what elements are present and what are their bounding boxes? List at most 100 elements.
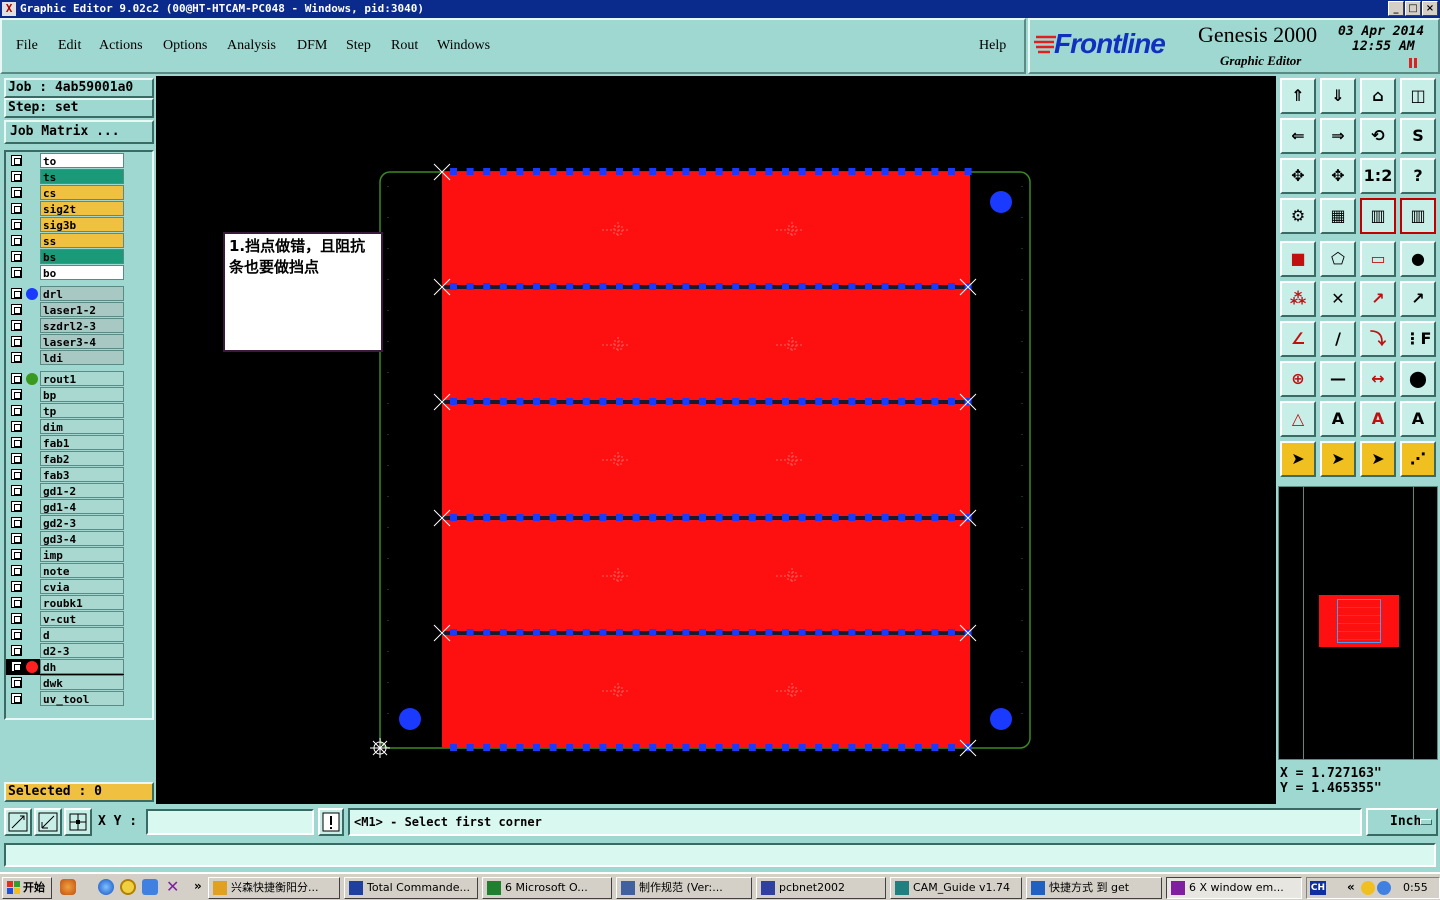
zoom-center-button[interactable]: ✥: [1320, 158, 1356, 194]
circle-pad-button[interactable]: ●: [1400, 241, 1436, 277]
taskbar-task[interactable]: 兴森快捷衡阳分...: [208, 877, 340, 899]
layer-checkbox[interactable]: [11, 288, 22, 299]
layer-name[interactable]: laser1-2: [40, 302, 124, 317]
menu-file[interactable]: File: [16, 38, 38, 54]
menu-actions[interactable]: Actions: [99, 38, 143, 54]
layer-checkbox[interactable]: [11, 352, 22, 363]
menu-dfm[interactable]: DFM: [297, 38, 327, 54]
annotation-note[interactable]: 1.挡点做错，且阻抗 条也要做挡点: [223, 232, 383, 352]
layer-row-ts[interactable]: ts: [6, 169, 124, 185]
select-arrow-button[interactable]: ➤: [1280, 441, 1316, 477]
language-indicator[interactable]: CH: [1310, 881, 1326, 895]
layer-checkbox[interactable]: [11, 187, 22, 198]
help-button[interactable]: ?: [1400, 158, 1436, 194]
select-move-button[interactable]: ➤: [1360, 441, 1396, 477]
split-view-button[interactable]: ◫: [1400, 78, 1436, 114]
layer-name[interactable]: d: [40, 627, 124, 642]
layer-name[interactable]: laser3-4: [40, 334, 124, 349]
layer-name[interactable]: szdrl2-3: [40, 318, 124, 333]
filter-button[interactable]: ⚙: [1280, 198, 1316, 234]
layer-row-dim[interactable]: dim: [6, 419, 124, 435]
taskbar-task[interactable]: pcbnet2002: [756, 877, 886, 899]
grid-button[interactable]: ▦: [1320, 198, 1356, 234]
layer-name[interactable]: d2-3: [40, 643, 124, 658]
tray-expand-icon[interactable]: «: [1347, 880, 1355, 894]
clock-app-icon[interactable]: [120, 879, 136, 895]
layer-checkbox[interactable]: [11, 581, 22, 592]
select-box-button[interactable]: ➤: [1320, 441, 1356, 477]
layer-name[interactable]: bp: [40, 387, 124, 402]
layer-checkbox[interactable]: [11, 405, 22, 416]
connect-nodes-button[interactable]: ⁂: [1280, 281, 1316, 317]
layer-checkbox[interactable]: [11, 171, 22, 182]
select-net-button[interactable]: ⋰: [1400, 441, 1436, 477]
layer-checkbox[interactable]: [11, 235, 22, 246]
layer-checkbox[interactable]: [11, 320, 22, 331]
layer-checkbox[interactable]: [11, 267, 22, 278]
quicklaunch-app-icon[interactable]: [60, 879, 76, 895]
move-node-button[interactable]: ↗: [1360, 281, 1396, 317]
layer-row-d[interactable]: d: [6, 627, 124, 643]
redo-button[interactable]: S: [1400, 118, 1436, 154]
layer-row-dwk[interactable]: dwk: [6, 675, 124, 691]
text-feature-button[interactable]: ⋮F: [1400, 321, 1436, 357]
layer-compare-button[interactable]: ▥: [1360, 198, 1396, 234]
layer-row-rout1[interactable]: rout1: [6, 371, 124, 387]
layer-checkbox[interactable]: [11, 693, 22, 704]
measure-pitch-button[interactable]: ↔: [1360, 361, 1396, 397]
layer-checkbox[interactable]: [11, 677, 22, 688]
layer-name[interactable]: cs: [40, 185, 124, 200]
layer-checkbox[interactable]: [11, 549, 22, 560]
layer-name[interactable]: sig3b: [40, 217, 124, 232]
draw-outline-button[interactable]: ⬠: [1320, 241, 1356, 277]
layer-row-laser1-2[interactable]: laser1-2: [6, 302, 124, 318]
zoom-1-1-button[interactable]: 1:2: [1360, 158, 1396, 194]
layer-name[interactable]: bs: [40, 249, 124, 264]
layer-checkbox[interactable]: [11, 421, 22, 432]
maximize-button[interactable]: □: [1405, 1, 1421, 16]
layer-checkbox[interactable]: [11, 304, 22, 315]
layer-checkbox[interactable]: [11, 437, 22, 448]
group-button[interactable]: ⬤: [1400, 361, 1436, 397]
unit-selector[interactable]: Inch: [1366, 808, 1438, 836]
start-button[interactable]: 开始: [2, 877, 52, 899]
layer-checkbox[interactable]: [11, 645, 22, 656]
layer-name[interactable]: ldi: [40, 350, 124, 365]
layer-name[interactable]: to: [40, 153, 124, 168]
layer-name[interactable]: tp: [40, 403, 124, 418]
layer-row-gd2-3[interactable]: gd2-3: [6, 515, 124, 531]
layer-name[interactable]: gd1-4: [40, 499, 124, 514]
layer-name[interactable]: imp: [40, 547, 124, 562]
previous-button[interactable]: ⇐: [1280, 118, 1316, 154]
layer-row-roubk1[interactable]: roubk1: [6, 595, 124, 611]
layer-row-uv_tool[interactable]: uv_tool: [6, 691, 124, 707]
zoom-area-button[interactable]: [4, 808, 32, 836]
line-button[interactable]: /: [1320, 321, 1356, 357]
layer-checkbox[interactable]: [11, 485, 22, 496]
layer-checkbox[interactable]: [11, 517, 22, 528]
layer-name[interactable]: gd1-2: [40, 483, 124, 498]
layer-row-note[interactable]: note: [6, 563, 124, 579]
taskbar-task[interactable]: 6 Microsoft O...: [482, 877, 612, 899]
layer-name[interactable]: roubk1: [40, 595, 124, 610]
layer-row-bs[interactable]: bs: [6, 249, 124, 265]
layer-name[interactable]: ss: [40, 233, 124, 248]
layer-row-fab3[interactable]: fab3: [6, 467, 124, 483]
layer-row-ss[interactable]: ss: [6, 233, 124, 249]
taskbar-task[interactable]: 快捷方式 到 get: [1026, 877, 1162, 899]
layer-row-to[interactable]: to: [6, 153, 124, 169]
layer-name[interactable]: v-cut: [40, 611, 124, 626]
menu-step[interactable]: Step: [346, 38, 371, 54]
tray-app-icon[interactable]: [1361, 881, 1375, 895]
close-button[interactable]: ×: [1422, 1, 1438, 16]
layer-row-imp[interactable]: imp: [6, 547, 124, 563]
menu-windows[interactable]: Windows: [437, 38, 490, 54]
display-mode-button[interactable]: ■: [1280, 241, 1316, 277]
triangle-pad-button[interactable]: △: [1280, 401, 1316, 437]
layer-checkbox[interactable]: [11, 219, 22, 230]
layer-name[interactable]: dh: [40, 659, 124, 674]
layer-name[interactable]: dim: [40, 419, 124, 434]
angle-button[interactable]: ∠: [1280, 321, 1316, 357]
taskbar-task[interactable]: CAM_Guide v1.74: [890, 877, 1022, 899]
taskbar-task[interactable]: Total Commande...: [344, 877, 478, 899]
